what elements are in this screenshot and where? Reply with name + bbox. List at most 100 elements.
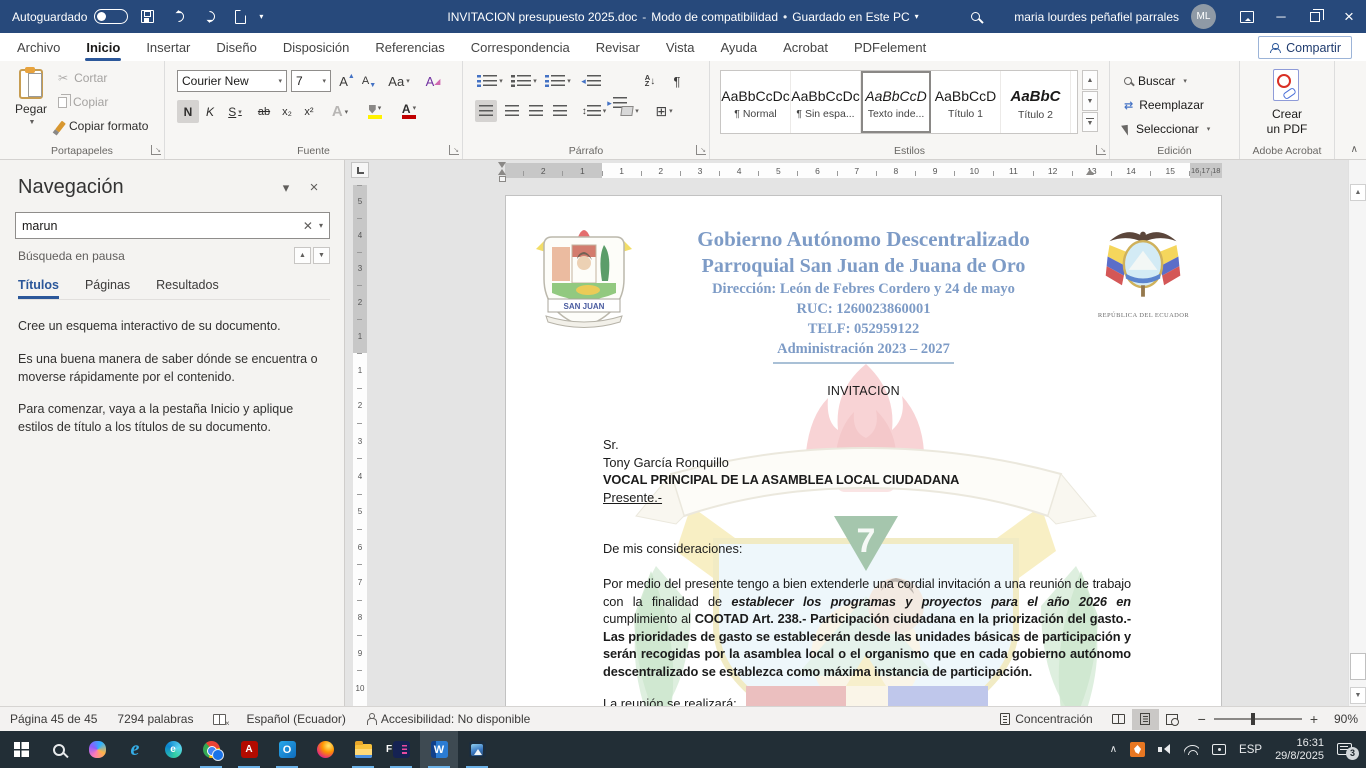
clock[interactable]: 16:31 29/8/2025 [1275,737,1324,763]
tab-pdfelement[interactable]: PDFelement [841,33,939,61]
align-center-button[interactable] [501,100,523,122]
screen-cast-icon[interactable] [1212,744,1226,755]
taskbar-photos[interactable] [458,731,496,768]
style-sin-espaciado[interactable]: AaBbCcDc ¶ Sin espa... [791,71,861,133]
word-count[interactable]: 7294 palabras [117,712,193,726]
nav-tab-paginas[interactable]: Páginas [85,278,130,299]
taskbar-search-button[interactable] [40,731,78,768]
italic-button[interactable]: K [201,100,219,123]
web-layout-button[interactable] [1159,709,1186,730]
notifications-button[interactable]: 3 [1337,743,1354,757]
dialog-launcher-icon[interactable]: ↘ [151,145,161,155]
style-texto-independiente[interactable]: AaBbCcD Texto inde... [861,71,931,133]
search-button[interactable] [958,0,992,33]
tab-selector-button[interactable] [351,162,369,178]
dialog-launcher-icon[interactable]: ↘ [449,145,459,155]
tab-revisar[interactable]: Revisar [583,33,653,61]
page-indicator[interactable]: Página 45 de 45 [10,712,97,726]
hanging-indent-marker[interactable] [498,169,506,175]
taskbar-fes-app[interactable]: F [382,731,420,768]
underline-button[interactable]: S▾ [221,100,249,123]
qat-customize-button[interactable]: ▾ [259,12,263,21]
tab-insertar[interactable]: Insertar [133,33,203,61]
change-case-button[interactable]: Aa▾ [385,70,413,92]
navigation-pane-close-button[interactable]: × [300,179,328,196]
tray-overflow-chevron-icon[interactable]: ∧ [1110,744,1117,755]
keyboard-language[interactable]: ESP [1239,744,1262,756]
styles-scroll-down-button[interactable]: ▼ [1082,91,1098,111]
addressee-block[interactable]: Sr.Tony García RonquilloVOCAL PRINCIPAL … [603,436,959,506]
line-spacing-button[interactable]: ↕▾ [579,100,609,122]
taskbar-file-explorer[interactable] [344,731,382,768]
shrink-font-button[interactable]: A▼ [359,70,379,92]
select-button[interactable]: Seleccionar▾ [1124,119,1210,139]
subscript-button[interactable]: x₂ [277,100,297,123]
dialog-launcher-icon[interactable]: ↘ [1096,145,1106,155]
minimize-button[interactable]: ─ [1264,0,1298,33]
redo-button[interactable] [197,5,221,29]
language-indicator[interactable]: Español (Ecuador) [246,712,345,726]
taskbar-outlook[interactable]: O [268,731,306,768]
avatar[interactable]: ML [1191,4,1216,29]
new-document-button[interactable] [228,5,252,29]
font-color-button[interactable]: A▾ [395,100,423,123]
format-painter-button[interactable]: Copiar formato [58,117,148,135]
clear-formatting-button[interactable]: A◢ [421,70,445,92]
tray-app-icon[interactable] [1130,742,1145,757]
vertical-scrollbar[interactable]: ▲ ▼ [1348,160,1366,706]
taskbar-copilot[interactable] [78,731,116,768]
font-family-select[interactable]: Courier New▾ [177,70,287,92]
decrease-indent-button[interactable]: ◂ [579,70,603,92]
search-options-chevron-icon[interactable]: ▾ [319,221,323,230]
style-normal[interactable]: AaBbCcDc ¶ Normal [721,71,791,133]
undo-button[interactable] [166,5,190,29]
scroll-up-button[interactable]: ▲ [1350,184,1366,201]
borders-button[interactable]: ⊞▾ [649,100,679,122]
sort-button[interactable]: AZ↓ [637,70,663,92]
read-mode-button[interactable] [1105,709,1132,730]
copy-button[interactable]: Copiar [58,93,148,111]
close-button[interactable]: × [1332,0,1366,33]
text-effects-button[interactable]: A▾ [327,100,353,123]
numbering-button[interactable]: ▾ [509,70,539,92]
addressee-line[interactable]: Tony García Ronquillo [603,454,959,472]
volume-icon[interactable] [1158,744,1171,755]
save-button[interactable] [135,5,159,29]
tab-disposicion[interactable]: Disposición [270,33,362,61]
left-indent-marker[interactable] [499,176,506,182]
share-button[interactable]: Compartir [1258,36,1352,59]
styles-scroll-up-button[interactable]: ▲ [1082,70,1098,90]
find-button[interactable]: Buscar▾ [1124,71,1187,91]
superscript-button[interactable]: x² [299,100,319,123]
zoom-slider-thumb[interactable] [1251,713,1255,725]
proofing-status[interactable] [213,714,226,725]
accessibility-status[interactable]: Accesibilidad: No disponible [366,712,530,726]
taskbar-chrome[interactable] [192,731,230,768]
right-indent-marker[interactable] [1086,169,1094,175]
font-size-select[interactable]: 7▾ [291,70,331,92]
tab-vista[interactable]: Vista [653,33,708,61]
navigation-pane-options-button[interactable]: ▾ [272,180,300,196]
style-titulo-2[interactable]: AaBbC Título 2 [1001,71,1071,133]
scroll-down-button[interactable]: ▼ [1350,687,1366,704]
style-titulo-1[interactable]: AaBbCcD Título 1 [931,71,1001,133]
document-heading[interactable]: INVITACION [506,384,1221,398]
next-result-button[interactable]: ▼ [313,247,330,264]
multilevel-list-button[interactable]: ▾ [543,70,573,92]
zoom-in-button[interactable]: + [1310,711,1318,727]
document-page[interactable]: 7 SAN JUAN [505,195,1222,706]
zoom-level[interactable]: 90% [1326,712,1358,726]
dialog-launcher-icon[interactable]: ↘ [696,145,706,155]
tab-ayuda[interactable]: Ayuda [707,33,770,61]
restore-button[interactable] [1298,0,1332,33]
highlight-color-button[interactable]: ▾ [361,100,389,123]
paste-button[interactable]: Pegar ▼ [8,69,54,145]
focus-mode-button[interactable]: Concentración [1000,712,1092,726]
replace-button[interactable]: ⇄Reemplazar [1124,95,1204,115]
taskbar-start-button[interactable] [2,731,40,768]
scrollbar-thumb[interactable] [1350,653,1366,680]
tab-inicio[interactable]: Inicio [73,33,133,61]
align-left-button[interactable] [475,100,497,122]
autosave-toggle[interactable] [94,9,128,24]
salutation[interactable]: De mis consideraciones: [603,541,742,556]
